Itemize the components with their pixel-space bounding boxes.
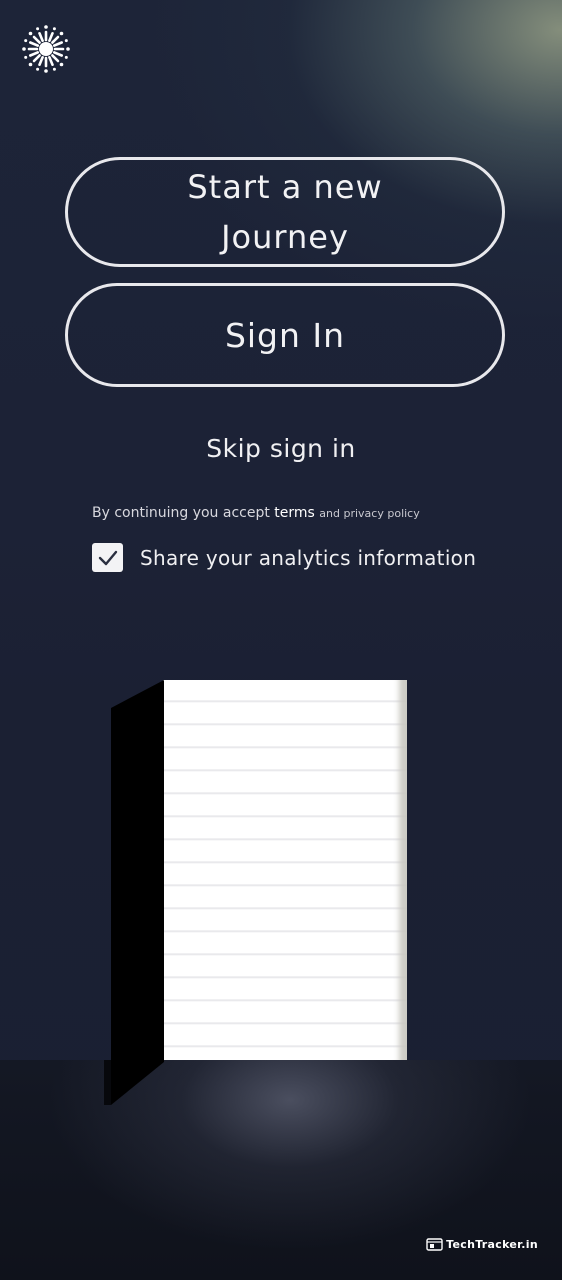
- privacy-policy-link[interactable]: and privacy policy: [319, 507, 419, 520]
- checkmark-icon: [98, 550, 117, 565]
- sunburst-logo-icon: [18, 23, 74, 75]
- start-new-journey-button[interactable]: Start a new Journey: [65, 157, 505, 267]
- open-door-illustration: [104, 680, 409, 1105]
- terms-link[interactable]: terms: [274, 505, 315, 521]
- sign-in-label: Sign In: [224, 315, 346, 355]
- watermark: TechTracker.in: [426, 1238, 538, 1251]
- analytics-consent-row: Share your analytics information: [92, 543, 476, 572]
- door-panel: [104, 680, 164, 1105]
- browser-icon: [426, 1238, 443, 1251]
- legal-prefix: By continuing you accept: [92, 505, 270, 521]
- start-new-journey-label: Start a new Journey: [187, 168, 383, 256]
- sign-in-button[interactable]: Sign In: [65, 283, 505, 387]
- analytics-checkbox[interactable]: [92, 543, 123, 572]
- door-light: [163, 680, 407, 1060]
- analytics-label: Share your analytics information: [140, 545, 477, 570]
- skip-sign-in-link[interactable]: Skip sign in: [0, 434, 562, 463]
- legal-text: By continuing you accept terms and priva…: [92, 505, 420, 521]
- watermark-text: TechTracker.in: [446, 1238, 538, 1251]
